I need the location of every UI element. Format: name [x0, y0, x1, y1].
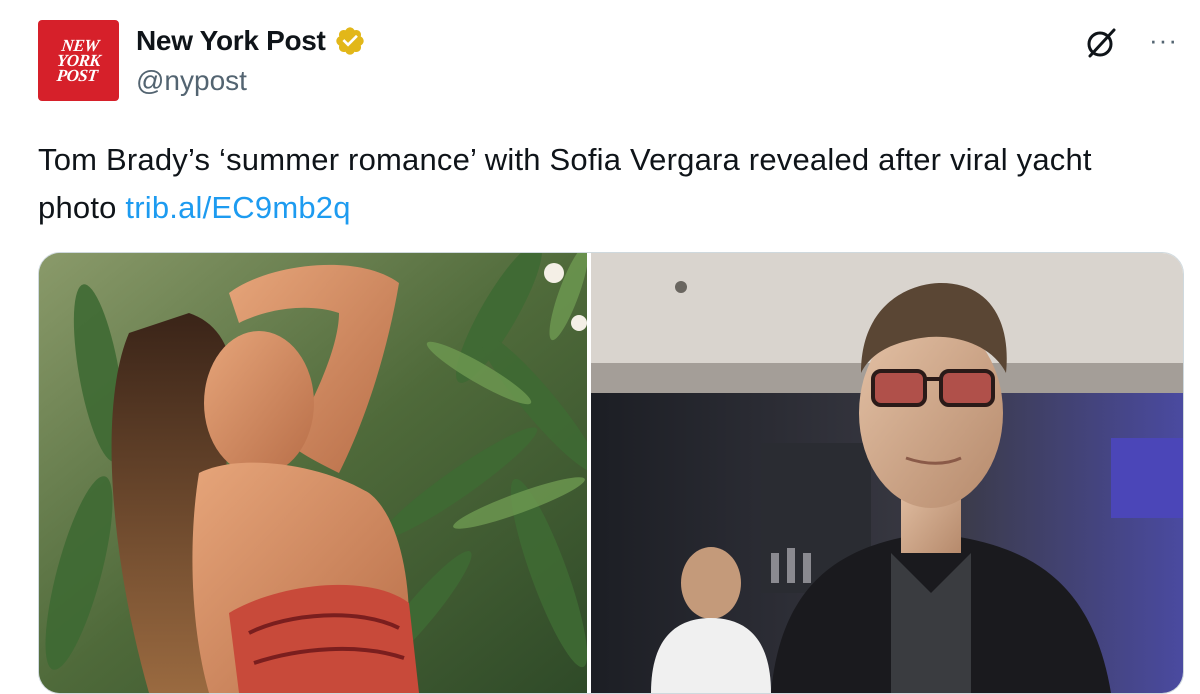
tweet-link[interactable]: trib.al/EC9mb2q [125, 190, 350, 225]
author-name-row: New York Post [136, 25, 366, 57]
media-photo-1[interactable] [39, 253, 587, 693]
media-photo-2[interactable] [591, 253, 1183, 693]
author-handle[interactable]: @nypost [136, 65, 247, 97]
media-grid [38, 252, 1184, 694]
tweet-header: NEW YORK POST New York Post @nypost ··· [38, 20, 1178, 102]
more-options-icon[interactable]: ··· [1149, 27, 1178, 53]
grok-icon[interactable] [1084, 26, 1118, 60]
author-display-name[interactable]: New York Post [136, 25, 326, 57]
nypost-avatar[interactable]: NEW YORK POST [38, 20, 119, 101]
tweet-text: Tom Brady’s ‘summer romance’ with Sofia … [38, 136, 1158, 232]
avatar-logo-text: NEW YORK POST [55, 36, 102, 85]
verified-badge-icon[interactable] [334, 25, 366, 57]
